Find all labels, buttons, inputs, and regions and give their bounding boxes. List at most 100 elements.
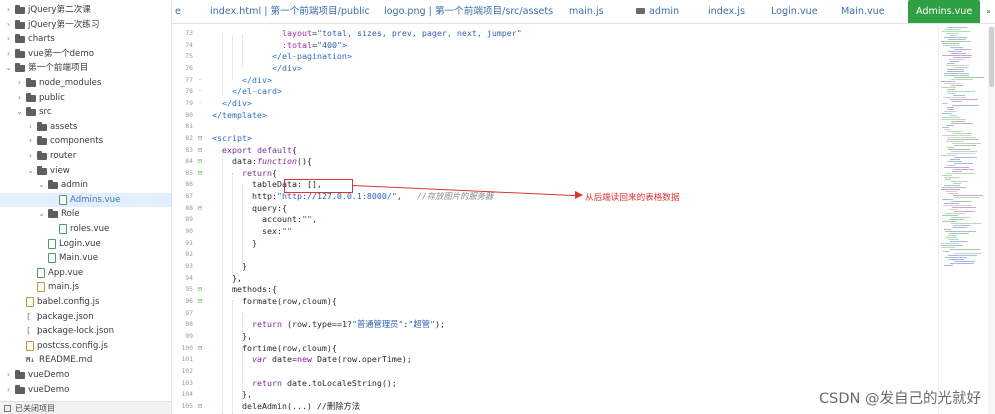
tree-item[interactable]: ⌄ view bbox=[0, 164, 171, 179]
tree-item[interactable]: Admins.vue bbox=[0, 192, 171, 208]
chevron-down-icon[interactable]: ⌄ bbox=[37, 178, 46, 193]
tree-item[interactable]: roles.vue bbox=[0, 222, 171, 237]
editor-scrollbar[interactable] bbox=[988, 25, 995, 414]
fold-toggle-icon[interactable]: ⊟ bbox=[196, 284, 204, 296]
tree-item[interactable]: › components bbox=[0, 134, 171, 149]
fold-toggle-icon[interactable]: ⊟ bbox=[196, 168, 204, 180]
tree-item[interactable]: [ ]package.json bbox=[0, 310, 171, 325]
chevron-right-icon[interactable]: › bbox=[26, 149, 35, 164]
tree-item[interactable]: ⌄ 第一个前端项目 bbox=[0, 61, 171, 76]
code-token: date= bbox=[267, 354, 297, 365]
tree-item[interactable]: › node_modules bbox=[0, 76, 171, 91]
code-line[interactable]: 85 ⊟ return{ bbox=[172, 168, 935, 180]
code-line[interactable]: 76 </div> bbox=[172, 63, 935, 75]
fold-toggle-icon[interactable]: ⊟ bbox=[196, 296, 204, 308]
tree-item[interactable]: › assets bbox=[0, 120, 171, 135]
tree-item[interactable]: › public bbox=[0, 91, 171, 106]
scrollbar-thumb[interactable] bbox=[989, 27, 994, 87]
code-line[interactable]: 90 sex:"" bbox=[172, 226, 935, 238]
tree-item[interactable]: › jQuery第一次练习 bbox=[0, 18, 171, 33]
chevron-down-icon[interactable]: ⌄ bbox=[15, 105, 24, 120]
chevron-right-icon[interactable]: › bbox=[4, 47, 13, 62]
chevron-right-icon[interactable]: › bbox=[15, 91, 24, 106]
tree-item[interactable]: › charts bbox=[0, 32, 171, 47]
editor-tab[interactable]: index.html | 第一个前端项目/public bbox=[210, 0, 370, 23]
fold-toggle-icon[interactable]: ⊟ bbox=[196, 145, 204, 157]
code-line[interactable]: 82 ⊟ <script> bbox=[172, 133, 935, 145]
code-line[interactable]: 83 ⊟ export default{ bbox=[172, 145, 935, 157]
editor-tab[interactable]: e bbox=[175, 0, 181, 23]
minimap-line bbox=[942, 117, 960, 118]
code-line[interactable]: 100 ⊟ fortime(row,cloum){ bbox=[172, 343, 935, 355]
code-line[interactable]: 78- </el-card> bbox=[172, 86, 935, 98]
tree-item[interactable]: M↓ README.md bbox=[0, 353, 171, 368]
tab-overflow-icon[interactable]: » bbox=[986, 0, 991, 23]
code-line[interactable]: 96 ⊟ formate(row,cloum){ bbox=[172, 296, 935, 308]
fold-toggle-icon[interactable]: ⊟ bbox=[196, 343, 204, 355]
tree-item[interactable]: Login.vue bbox=[0, 237, 171, 252]
code-line[interactable]: 74:total="400"> bbox=[172, 40, 935, 52]
tree-item[interactable]: ⌄ src bbox=[0, 105, 171, 120]
chevron-down-icon[interactable]: ⌄ bbox=[4, 61, 13, 76]
minimap-line bbox=[947, 153, 975, 154]
code-line[interactable]: 94}, bbox=[172, 273, 935, 285]
code-line[interactable]: 73 layout="total, sizes, prev, pager, nex… bbox=[172, 28, 935, 40]
code-line[interactable]: 84 ⊟ data:function(){ bbox=[172, 156, 935, 168]
tree-item-label: package-lock.json bbox=[37, 326, 115, 337]
code-line[interactable]: 88 ⊟ query:{ bbox=[172, 203, 935, 215]
fold-toggle-icon[interactable]: ⊟ bbox=[196, 203, 204, 215]
code-editor[interactable]: 73 layout="total, sizes, prev, pager, nex… bbox=[172, 25, 935, 414]
code-line[interactable]: 98 return (row.type==1?"普通管理员":"超管"); bbox=[172, 319, 935, 331]
chevron-down-icon[interactable]: ⌄ bbox=[37, 207, 46, 222]
code-line[interactable]: 101 var date=new Date(row.operTime); bbox=[172, 354, 935, 366]
chevron-right-icon[interactable]: › bbox=[4, 32, 13, 47]
chevron-right-icon[interactable]: › bbox=[4, 368, 13, 383]
editor-tab[interactable]: admin bbox=[636, 0, 679, 23]
editor-tab[interactable]: index.js bbox=[708, 0, 745, 23]
chevron-right-icon[interactable]: › bbox=[4, 18, 13, 33]
tree-item[interactable]: App.vue bbox=[0, 266, 171, 281]
fold-toggle-icon[interactable]: ⊟ bbox=[196, 133, 204, 145]
tree-item[interactable]: › vue第一个demo bbox=[0, 47, 171, 62]
code-line[interactable]: 97 bbox=[172, 308, 935, 320]
chevron-right-icon[interactable]: › bbox=[26, 134, 35, 149]
code-line[interactable]: 75 </el-pagination> bbox=[172, 51, 935, 63]
tree-item[interactable]: babel.config.js bbox=[0, 295, 171, 310]
tree-item[interactable]: Main.vue bbox=[0, 251, 171, 266]
chevron-down-icon[interactable]: ⌄ bbox=[26, 164, 35, 179]
code-line[interactable]: 99}, bbox=[172, 331, 935, 343]
code-line[interactable]: 93} bbox=[172, 261, 935, 273]
chevron-right-icon[interactable]: › bbox=[4, 3, 13, 18]
code-line[interactable]: 91} bbox=[172, 238, 935, 250]
code-line[interactable]: 89 account:"", bbox=[172, 214, 935, 226]
fold-toggle-icon[interactable]: ⊟ bbox=[196, 156, 204, 168]
chevron-right-icon[interactable]: › bbox=[26, 120, 35, 135]
code-line[interactable]: 81 bbox=[172, 121, 935, 133]
editor-tab[interactable]: logo.png | 第一个前端项目/src/assets bbox=[384, 0, 553, 23]
tree-item[interactable]: [ ]package-lock.json bbox=[0, 324, 171, 339]
tree-item[interactable]: ⌄ admin bbox=[0, 178, 171, 193]
code-line[interactable]: 77- </div> bbox=[172, 75, 935, 87]
chevron-right-icon[interactable]: › bbox=[15, 76, 24, 91]
tree-item[interactable]: ⌄ Role bbox=[0, 207, 171, 222]
chevron-right-icon[interactable]: › bbox=[4, 383, 13, 398]
code-line[interactable]: 95 ⊟ methods:{ bbox=[172, 284, 935, 296]
tree-item[interactable]: main.js bbox=[0, 280, 171, 295]
editor-tab[interactable]: Login.vue bbox=[771, 0, 818, 23]
fold-toggle-icon[interactable]: ⊟ bbox=[196, 401, 204, 413]
code-line[interactable]: 79- </div> bbox=[172, 98, 935, 110]
code-line[interactable]: 80 </template> bbox=[172, 110, 935, 122]
editor-tab[interactable]: Main.vue bbox=[841, 0, 885, 23]
tree-item[interactable]: › jQuery第二次课 bbox=[0, 3, 171, 18]
code-line[interactable]: 92 bbox=[172, 249, 935, 261]
minimap-line bbox=[952, 105, 979, 106]
editor-tab[interactable]: Admins.vue bbox=[908, 0, 981, 23]
tree-item[interactable]: › vueDemo bbox=[0, 368, 171, 383]
code-minimap[interactable] bbox=[938, 25, 986, 414]
code-line[interactable]: 102 bbox=[172, 366, 935, 378]
closed-projects-bar[interactable]: 已关闭项目 bbox=[0, 401, 171, 414]
tree-item[interactable]: postcss.config.js bbox=[0, 339, 171, 354]
tree-item[interactable]: › router bbox=[0, 149, 171, 164]
editor-tab[interactable]: main.js bbox=[569, 0, 604, 23]
tree-item[interactable]: › vueDemo bbox=[0, 383, 171, 398]
